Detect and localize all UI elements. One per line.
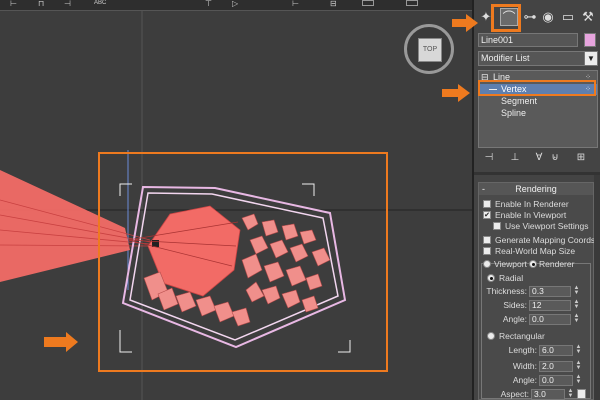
motion-tab-icon[interactable]: ◉ xyxy=(540,8,556,26)
width-field[interactable]: 2.0 xyxy=(539,361,573,372)
angle-label: Angle: xyxy=(502,314,527,324)
use-viewport-settings-checkbox[interactable] xyxy=(493,222,501,230)
enable-in-viewport-checkbox[interactable]: ✔ xyxy=(483,211,491,219)
viewport-radio[interactable] xyxy=(483,260,491,268)
rectangular-radio[interactable] xyxy=(487,332,495,340)
aspect-spinner-icon[interactable]: ▲ ▼ xyxy=(567,388,574,400)
renderer-radio[interactable] xyxy=(529,260,537,268)
show-end-result-icon[interactable]: ⊥ xyxy=(508,152,522,164)
length-spinner-icon[interactable]: ▲ ▼ xyxy=(575,344,582,356)
rect-angle-spinner-icon[interactable]: ▲ ▼ xyxy=(575,374,582,386)
stack-item-segment[interactable]: Segment xyxy=(479,96,597,107)
radial-radio[interactable] xyxy=(487,274,495,282)
vertex-highlight-box xyxy=(478,80,596,96)
object-color-swatch[interactable] xyxy=(584,33,596,47)
aspect-field[interactable]: 3.0 xyxy=(531,389,565,400)
angle-snap-icon[interactable]: ⊓ xyxy=(38,0,44,8)
width-label: Width: xyxy=(512,361,537,371)
sides-spinner-icon[interactable]: ▲ ▼ xyxy=(573,299,580,311)
panel-divider xyxy=(474,172,600,175)
radio-label: Rectangular xyxy=(499,331,545,341)
aspect-label: Aspect: xyxy=(500,389,529,399)
configure-sets-icon[interactable]: ⊞ xyxy=(574,152,588,164)
stack-item-label: Segment xyxy=(501,96,538,106)
remove-modifier-icon[interactable]: ⊌ xyxy=(548,152,562,164)
checkbox-label: Enable In Viewport xyxy=(495,210,567,220)
rect-angle-field[interactable]: 0.0 xyxy=(539,375,573,386)
callout-arrow-tab-icon xyxy=(452,14,478,32)
hierarchy-tab-icon[interactable]: ⊶ xyxy=(522,8,538,26)
thickness-label: Thickness: xyxy=(486,286,527,296)
snap-icon[interactable]: ⊢ xyxy=(10,0,17,8)
width-spinner-icon[interactable]: ▲ ▼ xyxy=(575,360,582,372)
length-field[interactable]: 6.0 xyxy=(539,345,573,356)
thickness-spinner-icon[interactable]: ▲ ▼ xyxy=(573,285,580,297)
make-unique-icon[interactable]: ∀ xyxy=(532,152,546,164)
spinner-snap-icon[interactable]: ABC xyxy=(94,0,106,7)
checkbox-label: Real-World Map Size xyxy=(495,246,576,256)
angle-field[interactable]: 0.0 xyxy=(529,314,571,325)
display-tab-icon[interactable]: ▭ xyxy=(560,8,576,26)
callout-arrow-vertex-icon xyxy=(442,84,470,102)
modify-tab-highlight xyxy=(491,4,521,32)
command-panel: ✦ ⌒ ⊶ ◉ ▭ ⚒ Line001 Modifier List ▼ ⊟ Li… xyxy=(472,0,600,400)
real-world-map-checkbox[interactable] xyxy=(483,247,491,255)
checkbox-label: Enable In Renderer xyxy=(495,199,569,209)
rendering-rollout-header[interactable]: - Rendering xyxy=(479,183,593,195)
generate-mapping-checkbox[interactable] xyxy=(483,236,491,244)
thickness-field[interactable]: 0.3 xyxy=(529,286,571,297)
rect-angle-label: Angle: xyxy=(512,375,537,385)
rollout-title: Rendering xyxy=(515,184,557,194)
schematic-icon[interactable] xyxy=(362,0,374,6)
aspect-lock-icon[interactable] xyxy=(577,389,586,399)
modifier-list-arrow-icon[interactable]: ▼ xyxy=(584,51,598,66)
layer-icon[interactable]: ⊢ xyxy=(292,0,299,8)
material-editor-icon[interactable] xyxy=(406,0,418,6)
stack-tools: ⊣ ⊥ ∀ ⊌ ⊞ xyxy=(478,152,598,166)
modifier-list-dropdown[interactable]: Modifier List xyxy=(478,51,592,66)
top-viewport[interactable]: ⊢ ⊓ ⊣ ABC ⊤ ▷ ⊢ ⊟ TOP xyxy=(0,0,472,400)
length-label: Length: xyxy=(508,345,537,355)
pin-stack-icon[interactable]: ⊣ xyxy=(482,152,496,164)
radio-label: Renderer xyxy=(539,259,575,269)
enable-in-renderer-checkbox[interactable] xyxy=(483,200,491,208)
radio-label: Viewport xyxy=(494,259,527,269)
angle-spinner-icon[interactable]: ▲ ▼ xyxy=(573,313,580,325)
callout-arrow-viewport xyxy=(44,332,78,352)
stack-item-spline[interactable]: Spline xyxy=(479,108,597,119)
rendering-rollout: - Rendering Enable In Renderer ✔ Enable … xyxy=(478,182,598,400)
sides-field[interactable]: 12 xyxy=(529,300,571,311)
curve-editor-icon[interactable]: ⊟ xyxy=(330,0,337,8)
checkbox-label: Use Viewport Settings xyxy=(505,221,589,231)
viewcube-top-face[interactable]: TOP xyxy=(418,38,442,62)
viewcube[interactable]: TOP xyxy=(404,24,454,74)
stack-item-label: Spline xyxy=(501,108,527,118)
align-icon[interactable]: ▷ xyxy=(232,0,238,8)
object-name-field[interactable]: Line001 xyxy=(478,33,578,47)
panel-scrollbar[interactable] xyxy=(594,175,600,400)
utilities-tab-icon[interactable]: ⚒ xyxy=(580,8,596,26)
viewport-highlight-box xyxy=(98,152,388,372)
percent-snap-icon[interactable]: ⊣ xyxy=(64,0,71,8)
checkbox-label: Generate Mapping Coords. xyxy=(495,235,598,245)
mirror-icon[interactable]: ⊤ xyxy=(205,0,212,8)
sides-label: Sides: xyxy=(503,300,527,310)
radio-label: Radial xyxy=(499,273,524,283)
viewport-toolbar-strip: ⊢ ⊓ ⊣ ABC ⊤ ▷ ⊢ ⊟ xyxy=(0,0,472,11)
